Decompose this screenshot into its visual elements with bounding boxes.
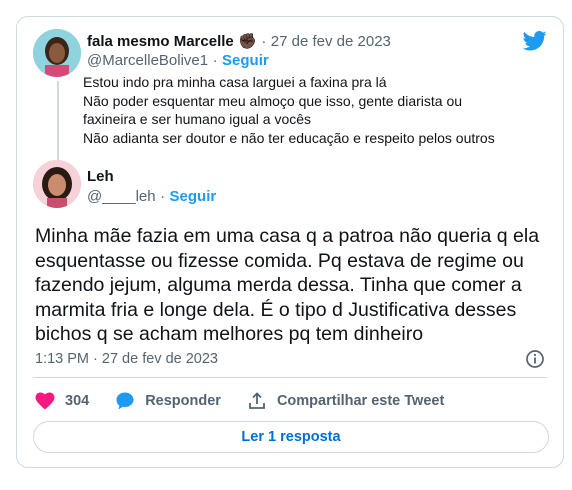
main-author-name[interactable]: Leh [87, 168, 114, 185]
heart-icon [35, 392, 55, 410]
twitter-bird-icon[interactable] [522, 31, 547, 56]
main-text-line: Minha mãe fazia em uma casa q a patroa n… [35, 225, 540, 247]
main-header: Leh [87, 168, 114, 186]
main-text-line: marmita fria e longe dela. É o tipo d Ju… [35, 298, 517, 321]
reply-label: Responder [145, 393, 221, 409]
parent-date[interactable]: 27 de fev de 2023 [271, 33, 391, 50]
parent-avatar[interactable] [33, 29, 81, 77]
like-count: 304 [65, 393, 90, 409]
main-text-line: esquentasse ou fizesse comida. Pq estava… [35, 249, 524, 272]
handle-separator: · [160, 188, 166, 205]
parent-author-name[interactable]: fala mesmo Marcelle [87, 33, 234, 50]
share-upload-icon [249, 392, 265, 409]
parent-handle-row: @MarcelleBolive1 · Seguir [87, 52, 269, 70]
main-handle-row: @____leh · Seguir [87, 188, 216, 206]
parent-text-line: Não poder esquentar meu almoço que isso,… [83, 92, 463, 109]
tweet-timestamp[interactable]: 1:13 PM · 27 de fev de 2023 [35, 351, 218, 367]
read-replies-button[interactable]: Ler 1 resposta [33, 421, 549, 453]
main-text-line: bichos q se acham melhores pq tem dinhei… [35, 323, 424, 345]
thread-connector-line [57, 81, 59, 163]
actions-divider [33, 377, 547, 378]
share-label: Compartilhar este Tweet [276, 393, 445, 409]
parent-handle[interactable]: @MarcelleBolive1 [87, 52, 208, 69]
reply-button[interactable]: Responder [115, 391, 221, 411]
handle-separator: · [212, 52, 218, 69]
tweet-actions: 304 Responder Compartilhar este Tweet [35, 389, 470, 413]
parent-tweet-text: Estou indo pra minha casa larguei a faxi… [83, 73, 553, 147]
parent-text-line: Estou indo pra minha casa larguei a faxi… [83, 74, 387, 90]
share-button[interactable]: Compartilhar este Tweet [247, 391, 444, 411]
parent-text-line: faxineira e ser humano igual a vocês [83, 111, 312, 127]
like-button[interactable]: 304 [35, 392, 89, 410]
info-icon[interactable] [525, 349, 545, 374]
parent-header: fala mesmo Marcelle ✊🏿 · 27 de fev de 20… [87, 32, 391, 51]
raised-fist-emoji: ✊🏿 [238, 33, 257, 50]
main-handle[interactable]: @____leh [87, 188, 156, 205]
main-text-line: fazendo jejum, alguma merda dessa. Tinha… [35, 274, 522, 296]
main-avatar[interactable] [33, 160, 81, 208]
embedded-tweet-card: fala mesmo Marcelle ✊🏿 · 27 de fev de 20… [16, 16, 564, 468]
parent-follow-link[interactable]: Seguir [222, 52, 269, 69]
header-separator: · [261, 33, 267, 50]
main-follow-link[interactable]: Seguir [170, 188, 217, 205]
parent-text-line: Não adianta ser doutor e não ter educaçã… [83, 129, 495, 146]
main-tweet-text: Minha mãe fazia em uma casa q a patroa n… [35, 224, 547, 347]
speech-bubble-icon [116, 392, 134, 410]
